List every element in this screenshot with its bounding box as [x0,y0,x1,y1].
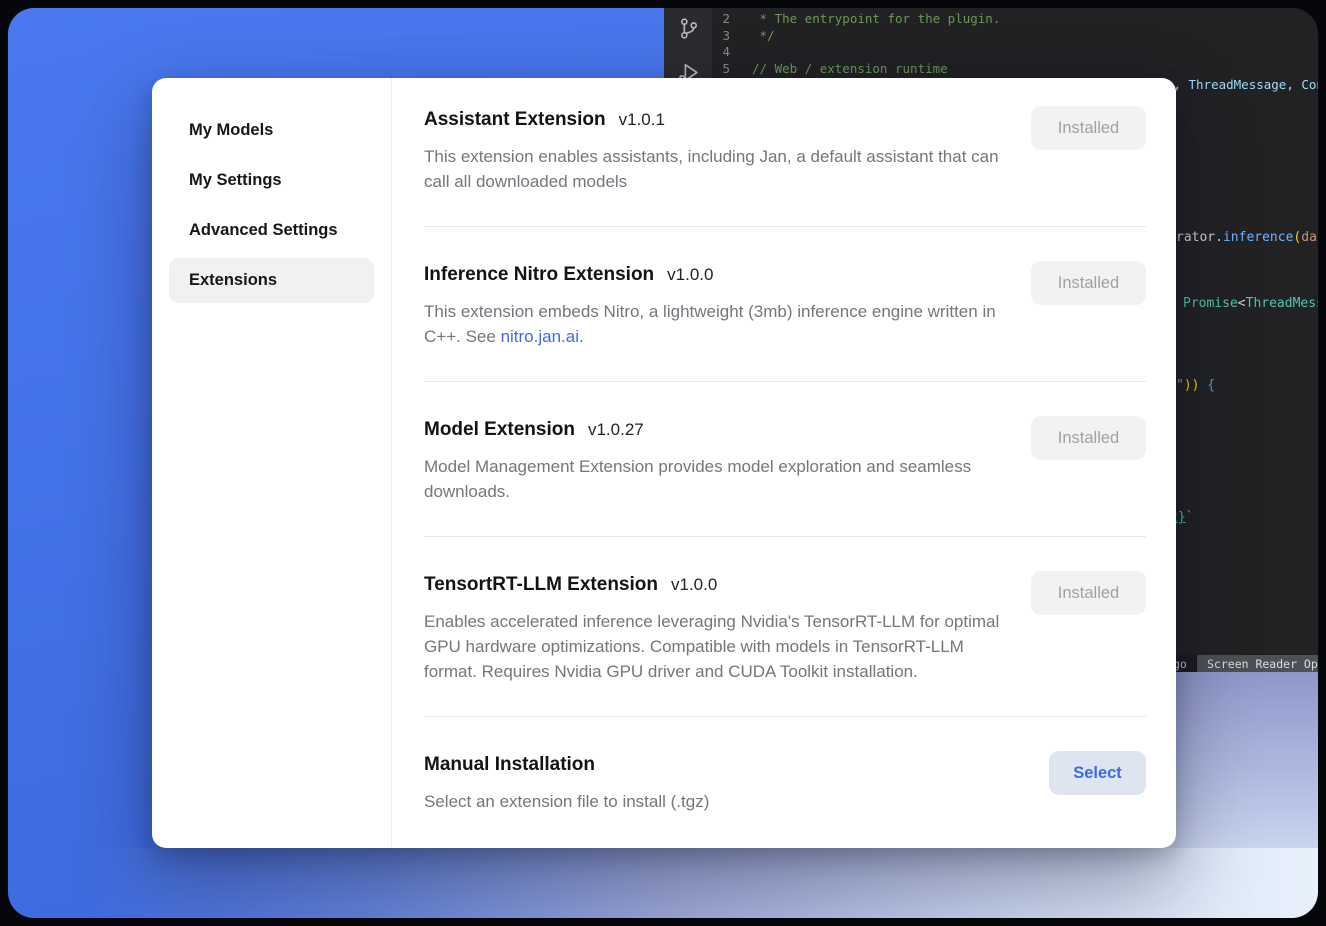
extension-title: Inference Nitro Extension [424,263,654,287]
installed-button[interactable]: Installed [1031,416,1146,460]
line-number: 3 [712,28,730,45]
code-line: 5 // Web / extension runtime [712,61,1318,78]
installed-button[interactable]: Installed [1031,261,1146,305]
extensions-list: Assistant Extension v1.0.1 This extensio… [392,78,1176,848]
sidebar-item-my-models[interactable]: My Models [169,108,374,153]
extension-description: Select an extension file to install (.tg… [424,789,1012,814]
source-control-icon[interactable] [676,16,701,41]
sidebar-item-advanced-settings[interactable]: Advanced Settings [169,208,374,253]
extension-row-assistant: Assistant Extension v1.0.1 This extensio… [424,78,1146,227]
extension-description: Model Management Extension provides mode… [424,454,1012,504]
settings-modal: My Models My Settings Advanced Settings … [152,78,1176,848]
sidebar-item-extensions[interactable]: Extensions [169,258,374,303]
code-line: 3 */ [712,28,1318,45]
extension-title: TensortRT-LLM Extension [424,573,658,597]
extension-title: Model Extension [424,418,575,442]
extension-description: This extension embeds Nitro, a lightweig… [424,299,1012,349]
installed-button[interactable]: Installed [1031,106,1146,150]
code-fragment-inference: rator.inference(data)); [1176,230,1318,245]
line-number: 4 [712,44,730,61]
extension-row-model: Model Extension v1.0.27 Model Management… [424,382,1146,537]
sidebar-item-label: Advanced Settings [189,221,338,240]
extension-version: v1.0.0 [667,265,713,285]
nitro-jan-ai-link[interactable]: nitro.jan.ai. [501,327,584,346]
code-text: */ [752,28,775,45]
extension-version: v1.0.0 [671,575,717,595]
code-fragment-promise: Promise<ThreadMessage> [1183,296,1318,311]
extension-row-inference-nitro: Inference Nitro Extension v1.0.0 This ex… [424,227,1146,382]
sidebar-item-label: My Models [189,121,273,140]
sidebar-item-label: Extensions [189,271,277,290]
sidebar-item-my-settings[interactable]: My Settings [169,158,374,203]
line-number: 5 [712,61,730,78]
extension-title: Manual Installation [424,753,595,777]
code-line: 2 * The entrypoint for the plugin. [712,11,1318,28]
extension-version: v1.0.27 [588,420,644,440]
code-fragment-condition: ")) { [1176,378,1215,393]
lavender-gradient-bottom [8,848,1318,918]
desktop-window: 2 * The entrypoint for the plugin. 3 */ … [8,8,1318,918]
code-text: // Web / extension runtime [752,61,948,78]
extension-row-tensorrt-llm: TensortRT-LLM Extension v1.0.0 Enables a… [424,537,1146,717]
code-text: * The entrypoint for the plugin. [752,11,1000,28]
screen-reader-badge[interactable]: Screen Reader Optimized [1197,655,1318,672]
sidebar-item-label: My Settings [189,171,282,190]
settings-sidebar: My Models My Settings Advanced Settings … [152,78,392,848]
extension-row-manual-installation: Manual Installation Select an extension … [424,717,1146,846]
code-line: 4 [712,44,1318,61]
extension-version: v1.0.1 [619,110,665,130]
installed-button[interactable]: Installed [1031,571,1146,615]
extension-description: Enables accelerated inference leveraging… [424,609,1012,684]
extension-title: Assistant Extension [424,108,606,132]
select-button[interactable]: Select [1049,751,1146,795]
extension-description: This extension enables assistants, inclu… [424,144,1012,194]
line-number: 2 [712,11,730,28]
